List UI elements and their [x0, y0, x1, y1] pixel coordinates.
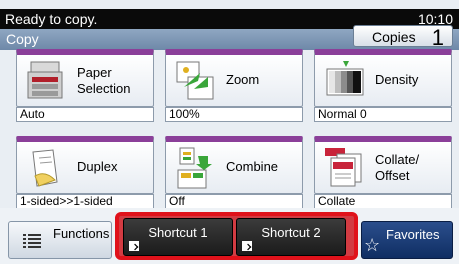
- shortcut-1-button[interactable]: Shortcut 1: [123, 218, 233, 256]
- copies-label: Copies: [372, 29, 416, 45]
- list-icon: [23, 234, 41, 248]
- paper-selection-button[interactable]: Paper Selection: [16, 49, 154, 107]
- copy-screen: Ready to copy. 10:10 Copy Copies 1 Paper…: [0, 0, 459, 264]
- shortcut-arrow-icon: [242, 241, 252, 251]
- favorites-button[interactable]: ☆ Favorites: [361, 221, 453, 259]
- paper-tray-icon: [27, 61, 63, 99]
- functions-button[interactable]: Functions: [8, 221, 112, 259]
- zoom-icon: [176, 61, 214, 100]
- combine-button[interactable]: Combine: [165, 136, 303, 194]
- collate-label-2: Offset: [375, 168, 410, 183]
- paper-selection-label-2: Selection: [77, 81, 131, 96]
- collate-value: Collate: [314, 194, 452, 209]
- zoom-button[interactable]: Zoom: [165, 49, 303, 107]
- duplex-value: 1-sided>>1-sided: [16, 194, 154, 209]
- functions-label: Functions: [53, 226, 110, 241]
- combine-icon: [177, 147, 212, 189]
- shortcut-2-label: Shortcut 2: [261, 225, 321, 240]
- density-icon: [326, 61, 364, 96]
- favorites-label: Favorites: [386, 227, 440, 242]
- paper-selection-value: Auto: [16, 107, 154, 122]
- star-icon: ☆: [364, 235, 381, 255]
- zoom-label: Zoom: [226, 72, 260, 87]
- paper-selection-label-1: Paper: [77, 65, 112, 80]
- combine-value: Off: [165, 194, 303, 209]
- collate-offset-button[interactable]: Collate/ Offset: [314, 136, 452, 194]
- density-button[interactable]: Density: [314, 49, 452, 107]
- collate-label-1: Collate/: [375, 152, 420, 167]
- duplex-button[interactable]: Duplex: [16, 136, 154, 194]
- collate-icon: [325, 148, 362, 187]
- density-label: Density: [375, 72, 419, 87]
- page-title: Copy: [6, 31, 39, 47]
- copies-field[interactable]: Copies 1: [353, 25, 453, 50]
- copies-value: 1: [431, 25, 444, 50]
- zoom-value: 100%: [165, 107, 303, 122]
- duplex-icon: [32, 149, 58, 187]
- status-message: Ready to copy.: [5, 11, 98, 27]
- shortcut-arrow-icon: [129, 241, 139, 251]
- duplex-label: Duplex: [77, 159, 118, 174]
- shortcut-2-button[interactable]: Shortcut 2: [236, 218, 346, 256]
- shortcut-1-label: Shortcut 1: [148, 225, 208, 240]
- density-value: Normal 0: [314, 107, 452, 122]
- combine-label: Combine: [226, 159, 279, 174]
